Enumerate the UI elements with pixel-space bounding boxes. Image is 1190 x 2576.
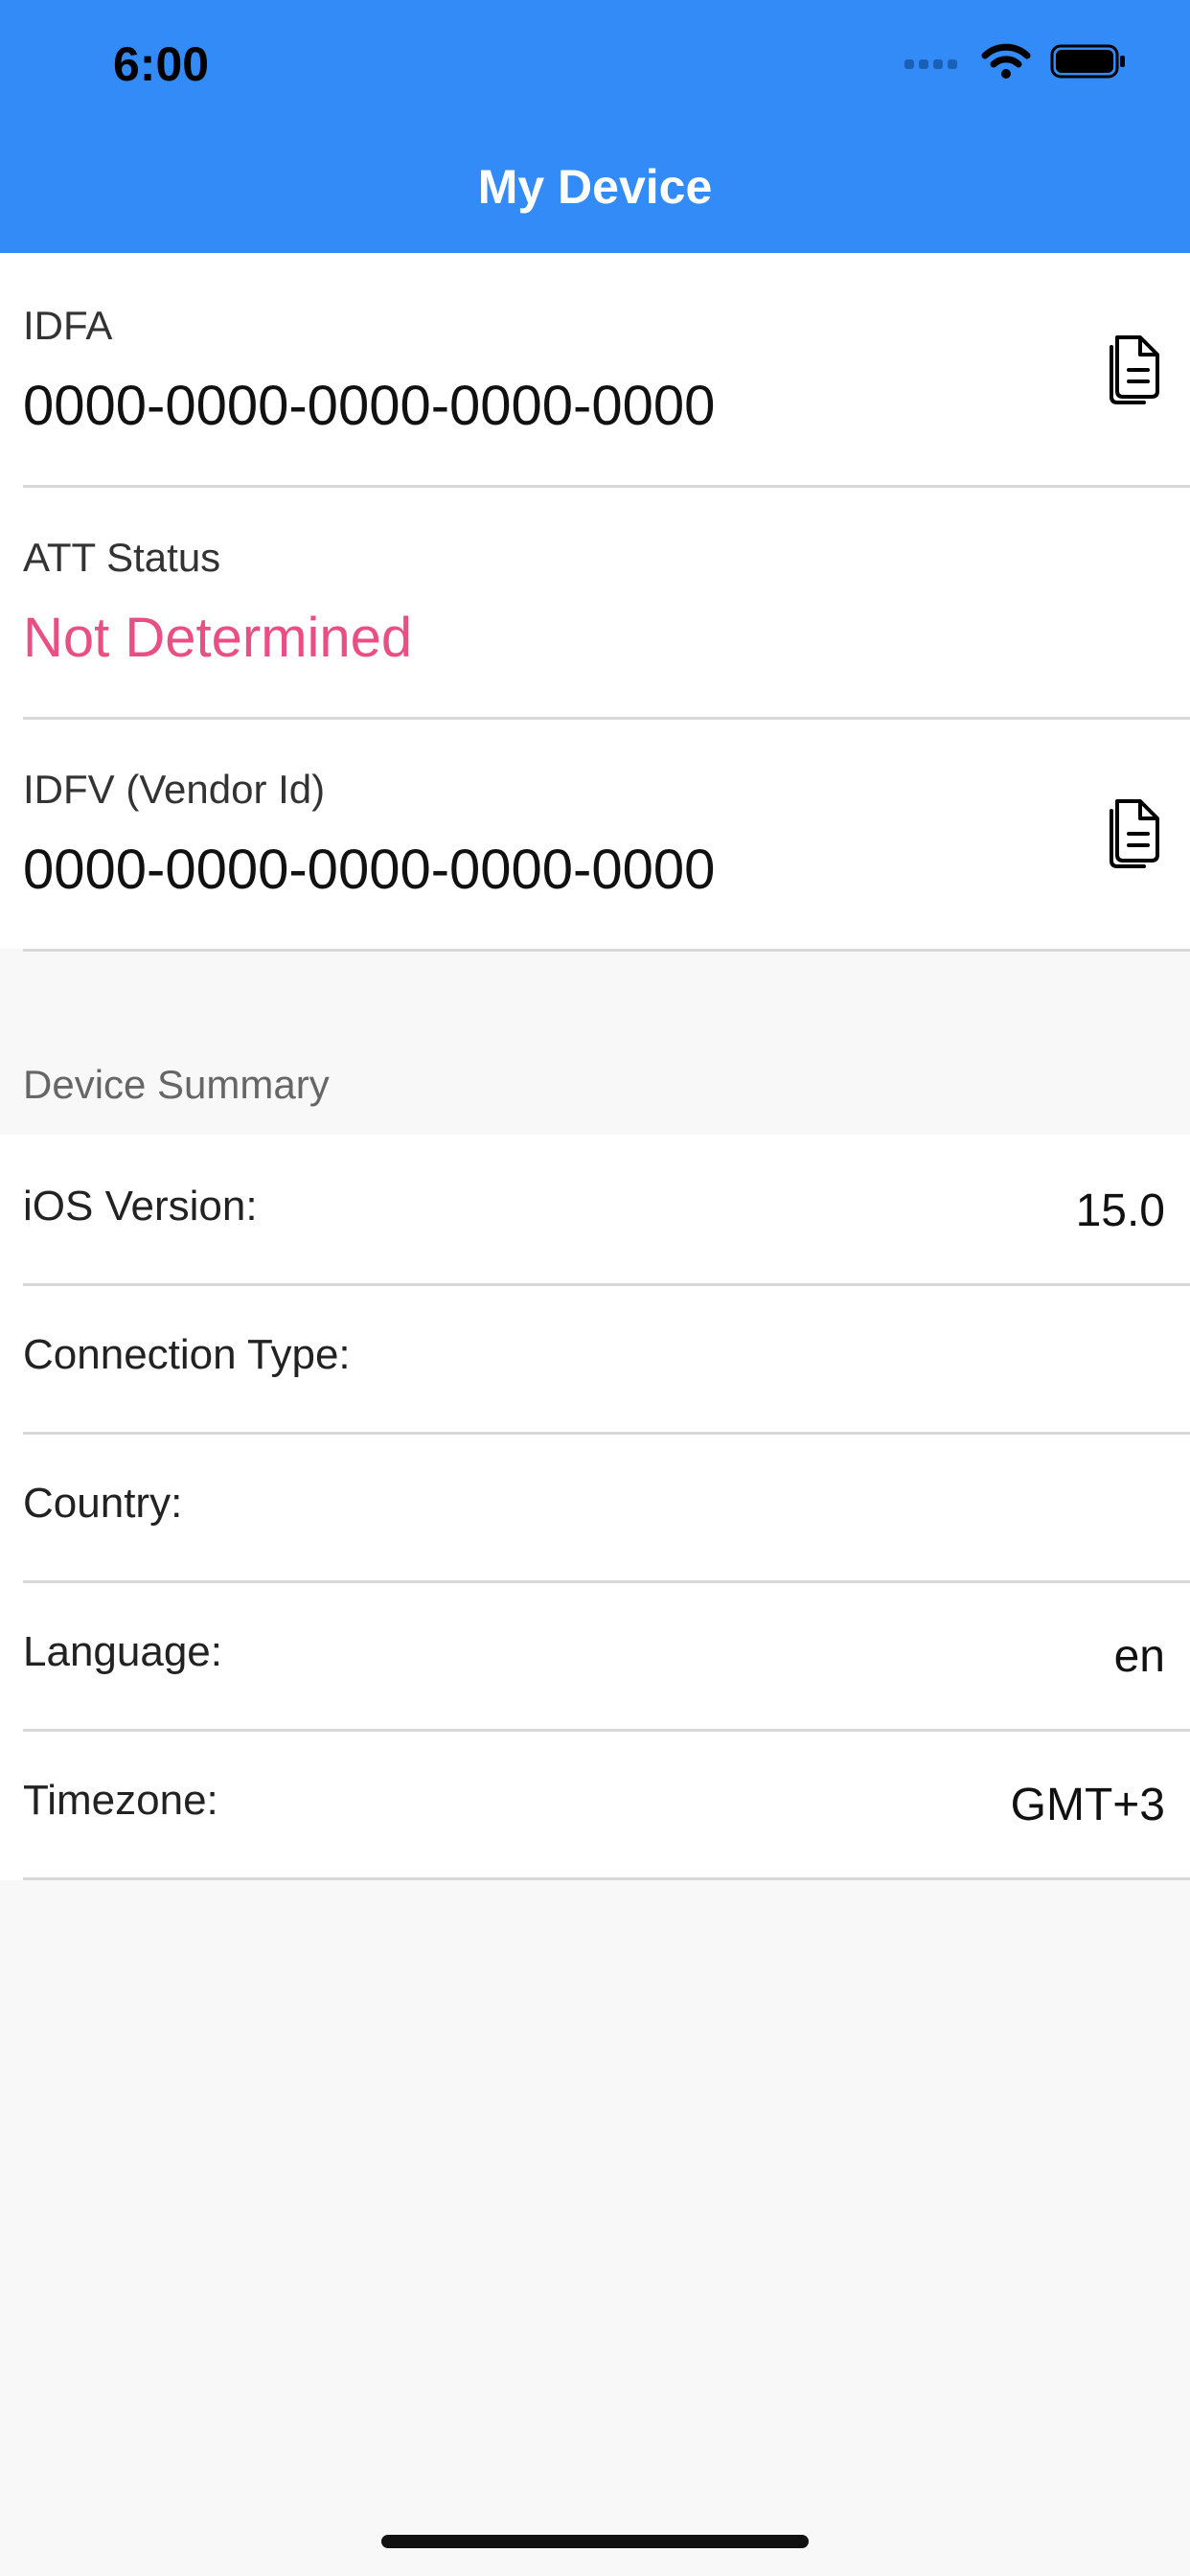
idfv-label: IDFV (Vendor Id) [23,767,326,812]
copy-icon [1110,799,1159,868]
cellular-signal-icon [904,59,957,69]
summary-label: Country: [23,1480,183,1527]
idfa-row: IDFA 0000-0000-0000-0000-0000 [23,253,1190,488]
att-status-label: ATT Status [23,535,221,580]
copy-idfv-button[interactable] [1100,794,1167,870]
summary-row-country: Country: [23,1432,1190,1583]
idfa-label: IDFA [23,303,113,348]
copy-idfa-button[interactable] [1100,330,1167,406]
summary-value: en [1113,1631,1165,1682]
summary-row-connection-type: Connection Type: [23,1283,1190,1435]
identifiers-card: IDFA 0000-0000-0000-0000-0000 ATT Status… [0,253,1190,952]
summary-label: iOS Version: [23,1183,258,1230]
header-bar: 6:00 My Device [0,0,1190,253]
summary-row-ios-version: iOS Version: 15.0 [23,1135,1190,1286]
copy-icon [1110,335,1159,404]
summary-label: Language: [23,1628,222,1675]
home-indicator[interactable] [381,2535,809,2548]
att-status-row: ATT Status Not Determined [23,485,1190,720]
idfv-row: IDFV (Vendor Id) 0000-0000-0000-0000-000… [23,717,1190,952]
page-title: My Device [477,160,713,214]
idfa-value: 0000-0000-0000-0000-0000 [23,375,716,437]
summary-label: Timezone: [23,1777,218,1824]
summary-value: GMT+3 [1010,1780,1165,1830]
summary-row-language: Language: en [23,1580,1190,1732]
summary-value: 15.0 [1075,1185,1165,1236]
battery-icon [1050,44,1125,79]
device-summary-card: iOS Version: 15.0 Connection Type: Count… [0,1135,1190,1880]
status-time: 6:00 [113,37,210,91]
summary-label: Connection Type: [23,1331,351,1378]
summary-row-timezone: Timezone: GMT+3 [23,1729,1190,1880]
idfv-value: 0000-0000-0000-0000-0000 [23,839,716,901]
att-status-value: Not Determined [23,607,413,669]
device-summary-heading: Device Summary [23,1062,330,1107]
wifi-icon [981,43,1031,79]
status-icons [904,42,1127,80]
